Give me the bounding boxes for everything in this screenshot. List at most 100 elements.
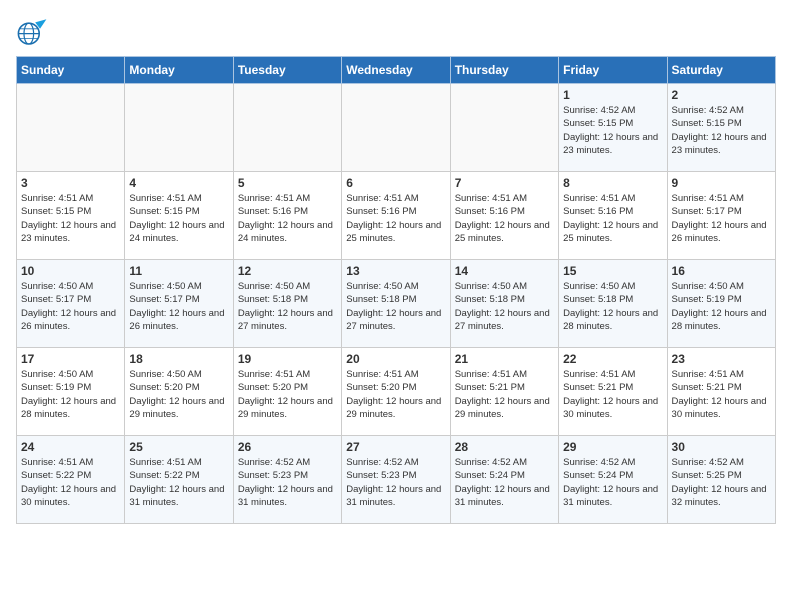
day-detail: Sunrise: 4:50 AM Sunset: 5:17 PM Dayligh…	[129, 280, 228, 333]
day-number: 7	[455, 176, 554, 190]
calendar-cell: 11Sunrise: 4:50 AM Sunset: 5:17 PM Dayli…	[125, 260, 233, 348]
day-number: 6	[346, 176, 445, 190]
calendar-cell: 2 Sunrise: 4:52 AM Sunset: 5:15 PM Daylig…	[667, 84, 775, 172]
day-detail: Sunrise: 4:50 AM Sunset: 5:19 PM Dayligh…	[21, 368, 120, 421]
day-detail: Sunrise: 4:50 AM Sunset: 5:18 PM Dayligh…	[346, 280, 445, 333]
calendar-header-row: SundayMondayTuesdayWednesdayThursdayFrid…	[17, 57, 776, 84]
page-header	[16, 16, 776, 48]
calendar-table: SundayMondayTuesdayWednesdayThursdayFrid…	[16, 56, 776, 524]
logo-icon	[16, 16, 48, 48]
calendar-cell: 13 Sunrise: 4:50 AM Sunset: 5:18 PM Dayli…	[342, 260, 450, 348]
calendar-week-5: 24 Sunrise: 4:51 AM Sunset: 5:22 PM Dayli…	[17, 436, 776, 524]
calendar-cell: 5 Sunrise: 4:51 AM Sunset: 5:16 PM Daylig…	[233, 172, 341, 260]
calendar-cell: 10 Sunrise: 4:50 AM Sunset: 5:17 PM Dayli…	[17, 260, 125, 348]
calendar-cell	[125, 84, 233, 172]
day-number: 13	[346, 264, 445, 278]
calendar-cell: 19 Sunrise: 4:51 AM Sunset: 5:20 PM Dayli…	[233, 348, 341, 436]
calendar-week-4: 17 Sunrise: 4:50 AM Sunset: 5:19 PM Dayli…	[17, 348, 776, 436]
day-detail: Sunrise: 4:50 AM Sunset: 5:18 PM Dayligh…	[455, 280, 554, 333]
calendar-cell: 23 Sunrise: 4:51 AM Sunset: 5:21 PM Dayli…	[667, 348, 775, 436]
calendar-cell: 12 Sunrise: 4:50 AM Sunset: 5:18 PM Dayli…	[233, 260, 341, 348]
day-detail: Sunrise: 4:51 AM Sunset: 5:22 PM Dayligh…	[21, 456, 120, 509]
day-number: 27	[346, 440, 445, 454]
calendar-cell: 8 Sunrise: 4:51 AM Sunset: 5:16 PM Daylig…	[559, 172, 667, 260]
day-detail: Sunrise: 4:51 AM Sunset: 5:20 PM Dayligh…	[346, 368, 445, 421]
day-number: 15	[563, 264, 662, 278]
day-detail: Sunrise: 4:52 AM Sunset: 5:15 PM Dayligh…	[672, 104, 771, 157]
day-detail: Sunrise: 4:50 AM Sunset: 5:18 PM Dayligh…	[238, 280, 337, 333]
calendar-cell: 14 Sunrise: 4:50 AM Sunset: 5:18 PM Dayli…	[450, 260, 558, 348]
day-number: 17	[21, 352, 120, 366]
day-detail: Sunrise: 4:52 AM Sunset: 5:23 PM Dayligh…	[238, 456, 337, 509]
day-number: 16	[672, 264, 771, 278]
logo	[16, 16, 52, 48]
calendar-cell: 15 Sunrise: 4:50 AM Sunset: 5:18 PM Dayli…	[559, 260, 667, 348]
day-number: 4	[129, 176, 228, 190]
day-detail: Sunrise: 4:51 AM Sunset: 5:21 PM Dayligh…	[563, 368, 662, 421]
day-detail: Sunrise: 4:51 AM Sunset: 5:16 PM Dayligh…	[346, 192, 445, 245]
day-number: 18	[129, 352, 228, 366]
day-number: 21	[455, 352, 554, 366]
day-number: 9	[672, 176, 771, 190]
day-detail: Sunrise: 4:51 AM Sunset: 5:20 PM Dayligh…	[238, 368, 337, 421]
day-number: 30	[672, 440, 771, 454]
day-detail: Sunrise: 4:51 AM Sunset: 5:16 PM Dayligh…	[563, 192, 662, 245]
day-detail: Sunrise: 4:52 AM Sunset: 5:15 PM Dayligh…	[563, 104, 662, 157]
day-number: 1	[563, 88, 662, 102]
day-detail: Sunrise: 4:51 AM Sunset: 5:16 PM Dayligh…	[455, 192, 554, 245]
day-number: 8	[563, 176, 662, 190]
day-detail: Sunrise: 4:52 AM Sunset: 5:24 PM Dayligh…	[563, 456, 662, 509]
calendar-cell: 21 Sunrise: 4:51 AM Sunset: 5:21 PM Dayli…	[450, 348, 558, 436]
column-header-monday: Monday	[125, 57, 233, 84]
column-header-wednesday: Wednesday	[342, 57, 450, 84]
day-detail: Sunrise: 4:50 AM Sunset: 5:19 PM Dayligh…	[672, 280, 771, 333]
calendar-cell: 25 Sunrise: 4:51 AM Sunset: 5:22 PM Dayli…	[125, 436, 233, 524]
calendar-cell	[450, 84, 558, 172]
column-header-sunday: Sunday	[17, 57, 125, 84]
day-detail: Sunrise: 4:52 AM Sunset: 5:25 PM Dayligh…	[672, 456, 771, 509]
calendar-cell: 28Sunrise: 4:52 AM Sunset: 5:24 PM Dayli…	[450, 436, 558, 524]
calendar-cell: 29Sunrise: 4:52 AM Sunset: 5:24 PM Dayli…	[559, 436, 667, 524]
calendar-week-1: 1 Sunrise: 4:52 AM Sunset: 5:15 PM Daylig…	[17, 84, 776, 172]
day-detail: Sunrise: 4:52 AM Sunset: 5:24 PM Dayligh…	[455, 456, 554, 509]
calendar-cell: 24 Sunrise: 4:51 AM Sunset: 5:22 PM Dayli…	[17, 436, 125, 524]
day-number: 2	[672, 88, 771, 102]
calendar-week-2: 3 Sunrise: 4:51 AM Sunset: 5:15 PM Daylig…	[17, 172, 776, 260]
day-number: 3	[21, 176, 120, 190]
calendar-cell: 3 Sunrise: 4:51 AM Sunset: 5:15 PM Daylig…	[17, 172, 125, 260]
calendar-cell	[17, 84, 125, 172]
calendar-cell: 18 Sunrise: 4:50 AM Sunset: 5:20 PM Dayli…	[125, 348, 233, 436]
day-detail: Sunrise: 4:50 AM Sunset: 5:18 PM Dayligh…	[563, 280, 662, 333]
day-number: 24	[21, 440, 120, 454]
day-number: 14	[455, 264, 554, 278]
day-number: 25	[129, 440, 228, 454]
calendar-cell: 4Sunrise: 4:51 AM Sunset: 5:15 PM Daylig…	[125, 172, 233, 260]
day-number: 22	[563, 352, 662, 366]
day-number: 20	[346, 352, 445, 366]
calendar-cell: 26 Sunrise: 4:52 AM Sunset: 5:23 PM Dayli…	[233, 436, 341, 524]
day-detail: Sunrise: 4:51 AM Sunset: 5:22 PM Dayligh…	[129, 456, 228, 509]
calendar-cell: 20 Sunrise: 4:51 AM Sunset: 5:20 PM Dayli…	[342, 348, 450, 436]
column-header-saturday: Saturday	[667, 57, 775, 84]
day-number: 12	[238, 264, 337, 278]
day-detail: Sunrise: 4:50 AM Sunset: 5:20 PM Dayligh…	[129, 368, 228, 421]
day-number: 19	[238, 352, 337, 366]
calendar-cell: 27 Sunrise: 4:52 AM Sunset: 5:23 PM Dayli…	[342, 436, 450, 524]
day-detail: Sunrise: 4:50 AM Sunset: 5:17 PM Dayligh…	[21, 280, 120, 333]
column-header-thursday: Thursday	[450, 57, 558, 84]
calendar-cell: 9 Sunrise: 4:51 AM Sunset: 5:17 PM Daylig…	[667, 172, 775, 260]
calendar-cell: 1 Sunrise: 4:52 AM Sunset: 5:15 PM Daylig…	[559, 84, 667, 172]
day-detail: Sunrise: 4:51 AM Sunset: 5:15 PM Dayligh…	[21, 192, 120, 245]
day-detail: Sunrise: 4:51 AM Sunset: 5:21 PM Dayligh…	[455, 368, 554, 421]
day-number: 26	[238, 440, 337, 454]
calendar-week-3: 10 Sunrise: 4:50 AM Sunset: 5:17 PM Dayli…	[17, 260, 776, 348]
day-detail: Sunrise: 4:51 AM Sunset: 5:21 PM Dayligh…	[672, 368, 771, 421]
day-number: 5	[238, 176, 337, 190]
day-number: 10	[21, 264, 120, 278]
calendar-cell: 30 Sunrise: 4:52 AM Sunset: 5:25 PM Dayli…	[667, 436, 775, 524]
column-header-friday: Friday	[559, 57, 667, 84]
day-number: 23	[672, 352, 771, 366]
day-detail: Sunrise: 4:51 AM Sunset: 5:16 PM Dayligh…	[238, 192, 337, 245]
day-detail: Sunrise: 4:51 AM Sunset: 5:17 PM Dayligh…	[672, 192, 771, 245]
day-detail: Sunrise: 4:52 AM Sunset: 5:23 PM Dayligh…	[346, 456, 445, 509]
